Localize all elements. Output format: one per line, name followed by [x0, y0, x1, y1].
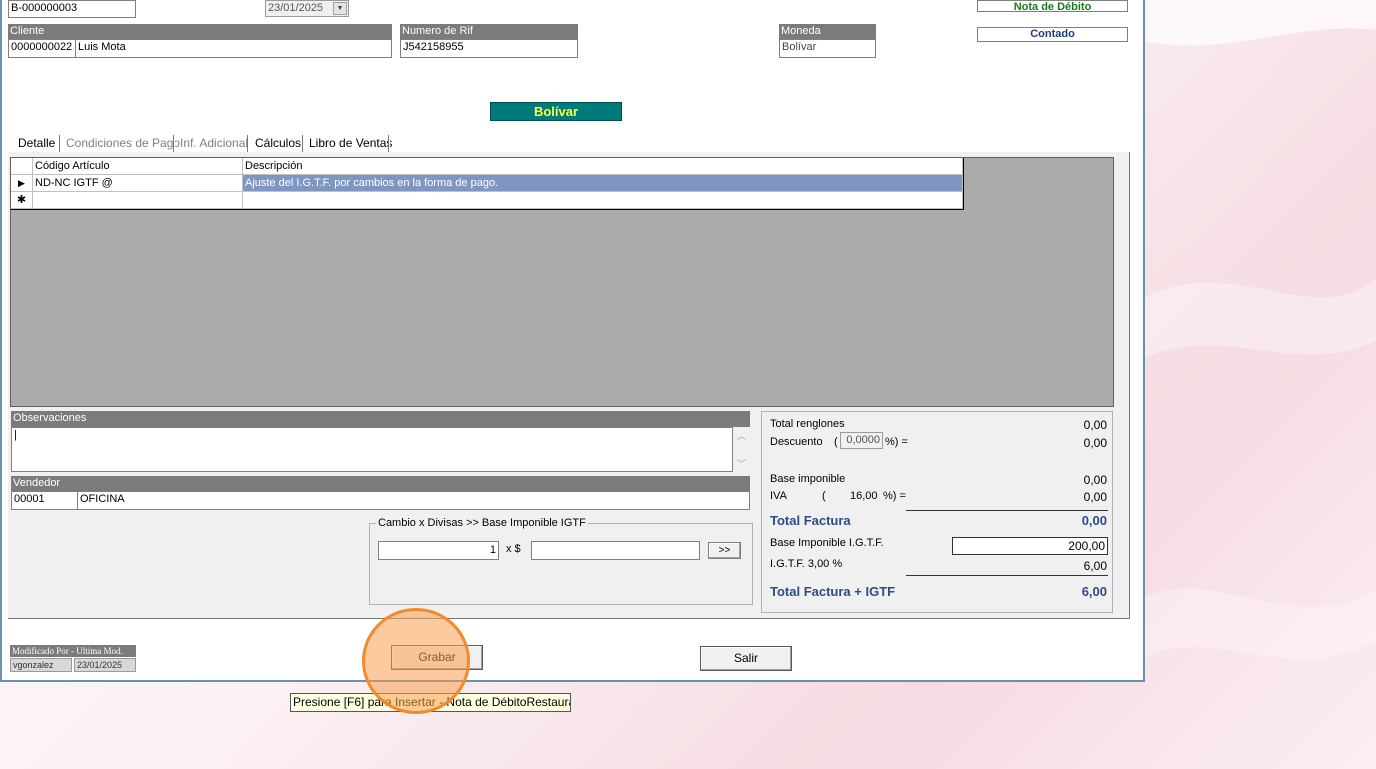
exit-button[interactable]: Salir — [700, 646, 792, 671]
total-factura-value: 0,00 — [1081, 513, 1107, 528]
scroll-up-icon[interactable]: ︿ — [733, 429, 750, 442]
seller-name-field[interactable]: OFICINA — [77, 491, 750, 510]
tab-libro-de-ventas[interactable]: Libro de Ventas — [307, 133, 394, 153]
iva-open-paren: ( — [822, 490, 826, 502]
tab-separator — [302, 135, 304, 152]
iva-close-paren: %) = — [883, 490, 906, 502]
times-usd-label: x $ — [506, 543, 521, 555]
observations-scrollbar[interactable]: ︿ ﹀ — [733, 427, 750, 472]
client-code-field[interactable]: 0000000022 — [8, 39, 76, 58]
base-igtf-label: Base Imponible I.G.T.F. — [770, 537, 884, 549]
debit-note-window: B-000000003 23/01/2025 ▼ Nota de Débito … — [0, 0, 1145, 682]
total-factura-label: Total Factura — [770, 513, 851, 528]
payment-condition-badge: Contado — [977, 27, 1128, 42]
tab-condiciones-de-pago[interactable]: Condiciones de Pago — [64, 133, 182, 153]
document-number-field[interactable]: B-000000003 — [8, 0, 136, 18]
column-header-descripcion[interactable]: Descripción — [243, 158, 963, 175]
tab-detalle[interactable]: Detalle — [16, 133, 57, 153]
new-row-code[interactable] — [33, 192, 243, 209]
currency-label: Moneda — [779, 24, 876, 39]
iva-label: IVA — [770, 490, 787, 502]
total-divider — [906, 575, 1108, 576]
audit-date: 23/01/2025 — [74, 658, 136, 672]
total-igtf-value: 6,00 — [1081, 584, 1107, 599]
new-row-icon[interactable]: ✱ — [11, 192, 33, 209]
rif-field[interactable]: J542158955 — [400, 39, 578, 58]
subtotal-divider — [906, 510, 1108, 511]
tab-calculos[interactable]: Cálculos — [253, 133, 303, 153]
descuento-label: Descuento — [770, 436, 823, 448]
tab-separator — [59, 135, 61, 152]
descuento-open-paren: ( — [834, 436, 838, 448]
new-row-description[interactable] — [243, 192, 963, 209]
client-label: Cliente — [8, 24, 392, 39]
seller-label: Vendedor — [11, 476, 750, 491]
detail-grid[interactable]: Código Artículo Descripción ▶ ND-NC IGTF… — [10, 157, 1114, 407]
exchange-groupbox: Cambio x Divisas >> Base Imponible IGTF … — [369, 517, 753, 605]
igtf-value: 6,00 — [1083, 559, 1107, 573]
chevron-down-icon[interactable]: ▼ — [333, 2, 347, 15]
scroll-down-icon[interactable]: ﹀ — [733, 457, 750, 470]
date-field[interactable]: 23/01/2025 ▼ — [265, 0, 349, 17]
exchange-legend: Cambio x Divisas >> Base Imponible IGTF — [376, 517, 588, 530]
audit-user: vgonzalez — [10, 658, 72, 672]
base-igtf-input[interactable]: 200,00 — [952, 537, 1108, 555]
seller-code-field[interactable]: 00001 — [11, 491, 78, 510]
rif-label: Numero de Rif — [400, 24, 578, 39]
usd-amount-input[interactable] — [531, 541, 700, 560]
total-renglones-label: Total renglones — [770, 418, 845, 430]
date-value: 23/01/2025 — [268, 2, 324, 14]
audit-label: Modificado Por - Ultima Mod. — [10, 645, 136, 657]
desktop-background — [1140, 0, 1376, 769]
tab-separator — [247, 135, 249, 152]
tab-inf-adicional[interactable]: Inf. Adicional — [178, 133, 250, 153]
observations-label: Observaciones — [11, 411, 750, 427]
iva-percent: 16,00 — [850, 490, 878, 502]
totals-panel: Total renglones 0,00 Descuento ( 0,0000 … — [761, 411, 1113, 613]
exchange-rate-input[interactable]: 1 — [378, 541, 499, 560]
base-imponible-value: 0,00 — [1083, 473, 1107, 487]
audit-info: Modificado Por - Ultima Mod. vgonzalez 2… — [10, 645, 136, 673]
grid-corner — [11, 158, 33, 175]
client-name-field[interactable]: Luis Mota — [75, 39, 392, 58]
descuento-value: 0,00 — [1083, 436, 1107, 450]
currency-banner: Bolívar — [490, 102, 622, 121]
table-row-description[interactable]: Ajuste del I.G.T.F. por cambios en la fo… — [243, 175, 963, 192]
total-renglones-value: 0,00 — [1083, 418, 1107, 432]
row-indicator-icon[interactable]: ▶ — [11, 175, 33, 192]
iva-value: 0,00 — [1083, 490, 1107, 504]
base-imponible-label: Base imponible — [770, 473, 846, 485]
tab-separator — [388, 135, 390, 152]
apply-exchange-button[interactable]: >> — [708, 542, 741, 559]
tab-separator — [173, 135, 175, 152]
grid-table: Código Artículo Descripción ▶ ND-NC IGTF… — [11, 158, 964, 210]
tooltip: Presione [F6] para Insertar - Nota de Dé… — [290, 693, 571, 712]
currency-field[interactable]: Bolívar — [779, 39, 876, 58]
document-type-badge: Nota de Débito — [977, 0, 1128, 13]
save-button[interactable]: Grabar — [391, 645, 483, 670]
igtf-label: I.G.T.F. 3,00 % — [770, 558, 843, 570]
total-igtf-label: Total Factura + IGTF — [770, 584, 896, 599]
table-row-code[interactable]: ND-NC IGTF @ — [33, 175, 243, 192]
discount-percent-input[interactable]: 0,0000 — [840, 432, 883, 449]
column-header-codigo[interactable]: Código Artículo — [33, 158, 243, 175]
descuento-close-paren: %) = — [885, 436, 908, 448]
observations-textarea[interactable]: | — [11, 427, 733, 472]
